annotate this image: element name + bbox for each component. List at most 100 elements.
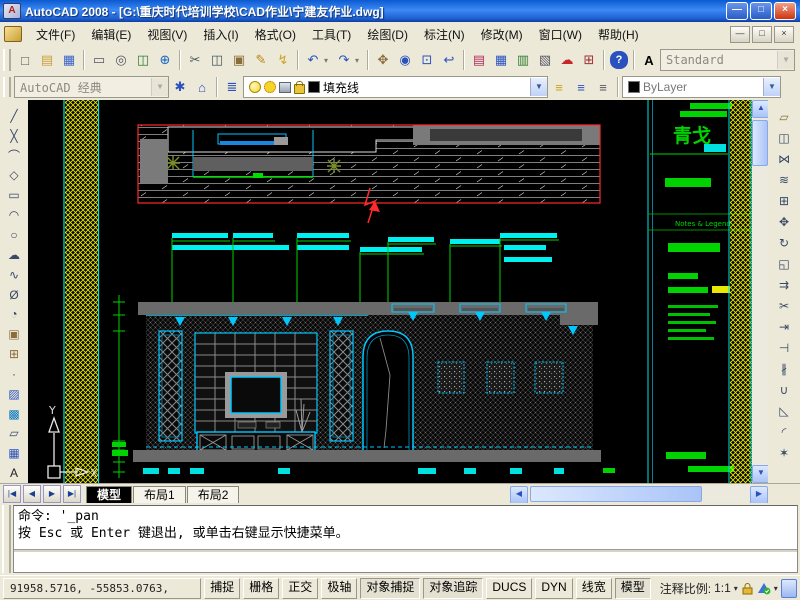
menu-modify[interactable]: 修改(M) — [473, 23, 531, 46]
toggle-lineweight[interactable]: 线宽 — [576, 578, 612, 599]
command-input[interactable] — [14, 552, 797, 572]
tab-last-button[interactable]: ▶| — [63, 485, 81, 503]
stretch-icon[interactable]: ⇉ — [773, 274, 795, 295]
ellipse-arc-icon[interactable]: ◔ — [3, 304, 25, 324]
multiline-text-icon[interactable]: A — [3, 463, 25, 483]
horizontal-scrollbar[interactable]: ◀ ▶ — [510, 486, 768, 502]
toggle-ducs[interactable]: DUCS — [486, 578, 532, 599]
minimize-button[interactable]: — — [726, 2, 748, 20]
zoom-window-icon[interactable]: ⊡ — [416, 49, 438, 71]
hatch-icon[interactable]: ▨ — [3, 384, 25, 404]
sheet-set-manager-icon[interactable]: ▧ — [534, 49, 556, 71]
restore-button[interactable]: □ — [750, 2, 772, 20]
tab-布局1[interactable]: 布局1 — [133, 486, 186, 504]
layer-states-icon[interactable]: ≡ — [592, 76, 614, 98]
toggle-grid[interactable]: 栅格 — [243, 578, 279, 599]
menu-insert[interactable]: 插入(I) — [195, 23, 246, 46]
layer-properties-manager-icon[interactable]: ≣ — [221, 76, 243, 98]
hscroll-track[interactable] — [704, 486, 750, 502]
redo-dropdown-icon[interactable]: ▾ — [355, 56, 364, 65]
undo-icon[interactable]: ↶ — [302, 49, 324, 71]
qnew-icon[interactable]: □ — [14, 49, 36, 71]
workspace-settings-icon[interactable]: ✱ — [169, 76, 191, 98]
chevron-down-icon[interactable]: ▾ — [734, 584, 738, 593]
polyline-icon[interactable]: ⌒ — [3, 146, 25, 166]
array-icon[interactable]: ⊞ — [773, 190, 795, 211]
move-icon[interactable]: ✥ — [773, 211, 795, 232]
extend-icon[interactable]: ⇥ — [773, 316, 795, 337]
annotation-scale-value[interactable]: 1:1 — [714, 581, 731, 595]
properties-palette-icon[interactable]: ▤ — [468, 49, 490, 71]
command-window-grip[interactable] — [2, 505, 11, 573]
chamfer-icon[interactable]: ◺ — [773, 400, 795, 421]
layer-lock-icon[interactable] — [294, 84, 305, 94]
drawing-canvas[interactable]: 青戈 Notes & Legend — [28, 100, 752, 483]
doc-restore-button[interactable]: □ — [752, 26, 772, 43]
vscroll-thumb[interactable] — [752, 120, 768, 166]
command-text-area[interactable]: 命令: '_pan按 Esc 或 Enter 键退出, 或单击右键显示快捷菜单。 — [13, 505, 798, 573]
make-object-layer-current-icon[interactable]: ≡ — [548, 76, 570, 98]
paste-icon[interactable]: ▣ — [228, 49, 250, 71]
plot-icon[interactable]: ▭ — [88, 49, 110, 71]
open-icon[interactable]: ▤ — [36, 49, 58, 71]
layer-previous-icon[interactable]: ≡ — [570, 76, 592, 98]
erase-icon[interactable]: ▱ — [773, 106, 795, 127]
scroll-right-icon[interactable]: ▶ — [750, 486, 768, 504]
menu-view[interactable]: 视图(V) — [139, 23, 195, 46]
text-style-combo[interactable]: Standard ▼ — [660, 49, 795, 71]
tab-next-button[interactable]: ▶ — [43, 485, 61, 503]
menu-window[interactable]: 窗口(W) — [531, 23, 590, 46]
tab-模型[interactable]: 模型 — [86, 486, 132, 504]
help-icon[interactable]: ? — [610, 51, 628, 69]
fillet-icon[interactable]: ◜ — [773, 421, 795, 442]
workspace-combo[interactable]: AutoCAD 经典 ▼ — [14, 76, 169, 98]
explode-icon[interactable]: ✶ — [773, 442, 795, 463]
toggle-dyn[interactable]: DYN — [535, 578, 572, 599]
toggle-otrack[interactable]: 对象追踪 — [423, 578, 483, 599]
chevron-down-icon[interactable]: ▼ — [530, 78, 547, 96]
close-button[interactable]: × — [774, 2, 796, 20]
revision-cloud-icon[interactable]: ☁ — [3, 245, 25, 265]
designcenter-icon[interactable]: ▦ — [490, 49, 512, 71]
toolbar-grip[interactable] — [3, 77, 11, 98]
toggle-model[interactable]: 模型 — [615, 578, 651, 599]
match-properties-icon[interactable]: ✎ — [250, 49, 272, 71]
layer-combo[interactable]: 填充线 ▼ — [243, 76, 548, 98]
rotate-icon[interactable]: ↻ — [773, 232, 795, 253]
doc-minimize-button[interactable]: — — [730, 26, 750, 43]
construction-line-icon[interactable]: ╳ — [3, 126, 25, 146]
chevron-down-icon[interactable]: ▼ — [763, 78, 780, 96]
ellipse-icon[interactable]: Ø — [3, 285, 25, 305]
circle-icon[interactable]: ○ — [3, 225, 25, 245]
quickcalc-icon[interactable]: ⊞ — [578, 49, 600, 71]
tool-palettes-icon[interactable]: ▥ — [512, 49, 534, 71]
spline-icon[interactable]: ∿ — [3, 265, 25, 285]
point-icon[interactable]: · — [3, 364, 25, 384]
menu-edit[interactable]: 编辑(E) — [83, 23, 139, 46]
clean-screen-button[interactable] — [781, 579, 797, 598]
color-combo[interactable]: ByLayer ▼ — [622, 76, 781, 98]
cut-icon[interactable]: ✂ — [184, 49, 206, 71]
copy-clip-icon[interactable]: ◫ — [206, 49, 228, 71]
hscroll-thumb[interactable] — [530, 486, 702, 502]
break-at-point-icon[interactable]: ⊣ — [773, 337, 795, 358]
toolbar-grip[interactable] — [3, 49, 11, 71]
line-icon[interactable]: ╱ — [3, 106, 25, 126]
join-icon[interactable]: ∪ — [773, 379, 795, 400]
scale-icon[interactable]: ◱ — [773, 253, 795, 274]
region-icon[interactable]: ▱ — [3, 424, 25, 444]
vscroll-track[interactable] — [752, 168, 768, 465]
trim-icon[interactable]: ✂ — [773, 295, 795, 316]
chevron-down-icon[interactable]: ▾ — [774, 584, 778, 593]
annotation-visibility-icon[interactable] — [757, 582, 771, 595]
my-workspace-icon[interactable]: ⌂ — [191, 76, 213, 98]
tab-布局2[interactable]: 布局2 — [187, 486, 240, 504]
annotation-lock-icon[interactable] — [741, 582, 754, 595]
tab-prev-button[interactable]: ◀ — [23, 485, 41, 503]
publish-icon[interactable]: ◫ — [132, 49, 154, 71]
3d-dwf-icon[interactable]: ⊕ — [154, 49, 176, 71]
menu-format[interactable]: 格式(O) — [247, 23, 304, 46]
chevron-down-icon[interactable]: ▼ — [777, 51, 794, 69]
arc-icon[interactable]: ◠ — [3, 205, 25, 225]
polygon-icon[interactable]: ◇ — [3, 166, 25, 186]
